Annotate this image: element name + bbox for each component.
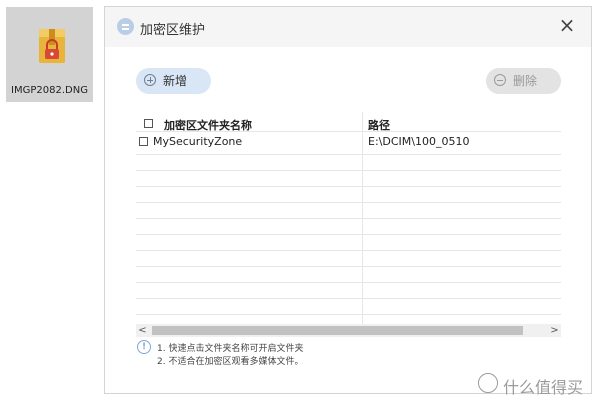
locked-folder-icon xyxy=(39,29,65,63)
column-header-path[interactable]: 路径 xyxy=(368,117,390,133)
delete-button[interactable]: 删除 xyxy=(486,68,561,94)
info-icon: ! xyxy=(137,340,151,354)
add-button[interactable]: 新增 xyxy=(136,68,211,94)
dialog-header: 加密区维护 × xyxy=(105,7,591,47)
list-icon xyxy=(117,18,134,35)
column-separator[interactable] xyxy=(362,112,363,324)
scrollbar-thumb[interactable] xyxy=(152,326,523,335)
horizontal-scrollbar[interactable]: < > xyxy=(136,324,561,337)
select-all-checkbox[interactable] xyxy=(144,119,153,128)
plus-circle-icon xyxy=(144,74,156,86)
note-line-2: 2. 不适合在加密区观看多媒体文件。 xyxy=(157,357,304,367)
close-button[interactable]: × xyxy=(557,15,577,35)
note-line-1: 1. 快速点击文件夹名称可开启文件夹 xyxy=(157,344,304,354)
zone-name-cell[interactable]: MySecurityZone xyxy=(153,135,242,148)
desktop: IMGP2082.DNG 加密区维护 × 新增 删除 加密区文件夹名称 路径 M… xyxy=(0,0,600,402)
watermark-logo-icon xyxy=(478,373,498,393)
add-button-label: 新增 xyxy=(163,74,188,88)
watermark-text: 什么值得买 xyxy=(503,378,584,397)
delete-button-label: 删除 xyxy=(513,74,538,88)
file-name-label: IMGP2082.DNG xyxy=(11,85,88,96)
minus-circle-icon xyxy=(494,74,506,86)
scroll-left-arrow[interactable]: < xyxy=(136,324,149,337)
zone-table: 加密区文件夹名称 路径 MySecurityZone E:\DCIM\100_0… xyxy=(136,112,561,324)
dialog-title: 加密区维护 xyxy=(140,23,206,38)
encrypted-zone-dialog: 加密区维护 × 新增 删除 加密区文件夹名称 路径 MySecurityZone… xyxy=(104,6,592,394)
row-checkbox[interactable] xyxy=(139,137,148,146)
zone-path-cell: E:\DCIM\100_0510 xyxy=(368,135,470,148)
desktop-file-item[interactable]: IMGP2082.DNG xyxy=(6,7,93,102)
scroll-right-arrow[interactable]: > xyxy=(548,324,561,337)
column-header-name[interactable]: 加密区文件夹名称 xyxy=(164,117,252,133)
